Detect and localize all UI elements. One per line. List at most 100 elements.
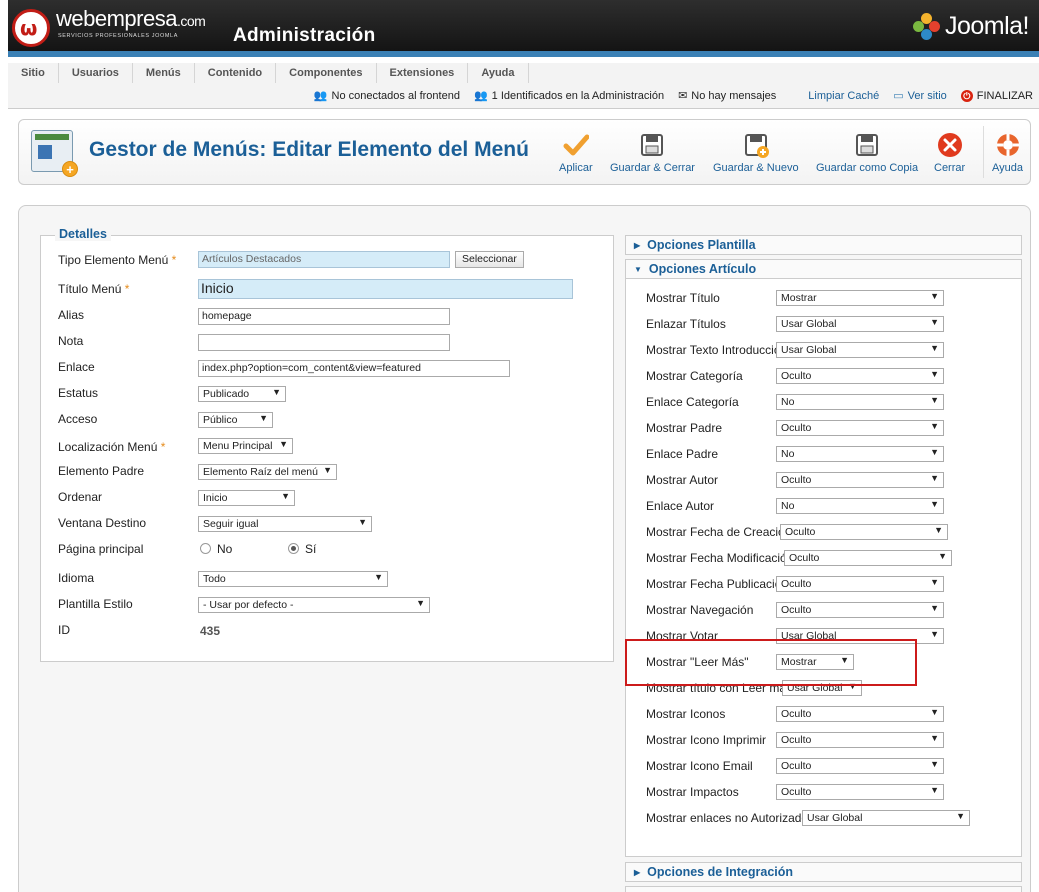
menu-title-input[interactable]: Inicio bbox=[198, 279, 573, 299]
article-option-select[interactable]: Oculto ▼ bbox=[780, 524, 948, 540]
messages-link[interactable]: No hay mensajes bbox=[691, 90, 776, 102]
caret-down-icon: ▼ bbox=[634, 265, 642, 274]
dropdown-arrow-icon: ▼ bbox=[930, 707, 939, 717]
article-option-select[interactable]: Oculto ▼ bbox=[776, 576, 944, 592]
radio-yes-icon bbox=[288, 543, 299, 554]
order-select[interactable]: Inicio ▼ bbox=[198, 490, 295, 506]
save-new-button[interactable]: Guardar & Nuevo bbox=[713, 132, 799, 174]
article-option-select[interactable]: Oculto ▼ bbox=[776, 472, 944, 488]
article-option-label: Mostrar Impactos bbox=[646, 785, 739, 799]
dropdown-arrow-icon: ▼ bbox=[934, 525, 943, 535]
article-option-select[interactable]: Oculto ▼ bbox=[776, 602, 944, 618]
article-option-select[interactable]: Oculto ▼ bbox=[784, 550, 952, 566]
close-button[interactable]: Cerrar bbox=[934, 132, 965, 174]
dropdown-arrow-icon: ▼ bbox=[930, 291, 939, 301]
alias-input[interactable]: homepage bbox=[198, 308, 450, 325]
dropdown-arrow-icon: ▼ bbox=[930, 785, 939, 795]
parent-item-select[interactable]: Elemento Raíz del menú ▼ bbox=[198, 464, 337, 480]
radio-no-icon bbox=[200, 543, 211, 554]
help-button[interactable]: Ayuda bbox=[992, 132, 1023, 174]
menu-componentes[interactable]: Componentes bbox=[276, 63, 377, 83]
home-no-radio[interactable]: No bbox=[200, 542, 232, 556]
id-label: ID bbox=[58, 623, 70, 637]
webempresa-logo-icon: ω bbox=[12, 9, 50, 47]
menu-manager-icon: + bbox=[31, 130, 78, 177]
location-label: Localización Menú bbox=[58, 440, 158, 454]
menu-location-select[interactable]: Menu Principal ▼ bbox=[198, 438, 293, 454]
dropdown-arrow-icon: ▼ bbox=[930, 473, 939, 483]
menu-usuarios[interactable]: Usuarios bbox=[59, 63, 133, 83]
article-option-select[interactable]: Oculto ▼ bbox=[776, 368, 944, 384]
dropdown-arrow-icon: ▼ bbox=[930, 317, 939, 327]
article-option-label: Mostrar Título bbox=[646, 291, 720, 305]
template-style-select[interactable]: - Usar por defecto - ▼ bbox=[198, 597, 430, 613]
dropdown-arrow-icon: ▼ bbox=[930, 421, 939, 431]
article-option-select[interactable]: Oculto ▼ bbox=[776, 732, 944, 748]
article-option-label: Mostrar Padre bbox=[646, 421, 723, 435]
dropdown-arrow-icon: ▼ bbox=[956, 811, 965, 821]
article-option-label: Mostrar Fecha Publicación bbox=[646, 577, 789, 591]
article-option-label: Enlace Autor bbox=[646, 499, 715, 513]
article-option-select[interactable]: No ▼ bbox=[776, 498, 944, 514]
title-label: Título Menú bbox=[58, 282, 122, 296]
status-select[interactable]: Publicado ▼ bbox=[198, 386, 286, 402]
access-select[interactable]: Público ▼ bbox=[198, 412, 273, 428]
checkmark-icon bbox=[563, 134, 589, 156]
access-label: Acceso bbox=[58, 412, 98, 426]
page-title: Gestor de Menús: Editar Elemento del Men… bbox=[89, 138, 529, 161]
brand-name: webempresa.com bbox=[56, 6, 206, 31]
target-label: Ventana Destino bbox=[58, 516, 147, 530]
article-option-value: No bbox=[781, 396, 795, 408]
integration-options-header[interactable]: ▶ Opciones de Integración bbox=[625, 862, 1022, 882]
menu-menus[interactable]: Menús bbox=[133, 63, 195, 83]
note-input[interactable] bbox=[198, 334, 450, 351]
save-copy-button[interactable]: Guardar como Copia bbox=[816, 132, 918, 174]
article-option-select[interactable]: No ▼ bbox=[776, 394, 944, 410]
article-option-select[interactable]: Usar Global ▼ bbox=[802, 810, 970, 826]
article-option-select[interactable]: Usar Global ▼ bbox=[776, 342, 944, 358]
article-option-label: Mostrar Fecha de Creación bbox=[646, 525, 792, 539]
details-fieldset: Detalles Tipo Elemento Menú * Artículos … bbox=[40, 227, 614, 662]
article-option-select[interactable]: No ▼ bbox=[776, 446, 944, 462]
article-option-select[interactable]: Oculto ▼ bbox=[776, 420, 944, 436]
highlight-annotation bbox=[625, 639, 917, 686]
dropdown-arrow-icon: ▼ bbox=[930, 733, 939, 743]
article-option-select[interactable]: Mostrar ▼ bbox=[776, 290, 944, 306]
apply-button[interactable]: Aplicar bbox=[559, 132, 593, 174]
status-label: Estatus bbox=[58, 386, 99, 400]
alias-label: Alias bbox=[58, 308, 85, 322]
article-option-value: Oculto bbox=[781, 760, 812, 772]
clear-cache-link[interactable]: Limpiar Caché bbox=[808, 90, 879, 102]
home-yes-radio[interactable]: Sí bbox=[288, 542, 316, 556]
language-select[interactable]: Todo ▼ bbox=[198, 571, 388, 587]
admin-header: ω webempresa.com SERVICIOS PROFESIONALES… bbox=[8, 0, 1039, 57]
article-option-select[interactable]: Usar Global ▼ bbox=[776, 316, 944, 332]
language-label: Idioma bbox=[58, 571, 95, 585]
logout-link[interactable]: FINALIZAR bbox=[977, 90, 1033, 102]
menu-contenido[interactable]: Contenido bbox=[195, 63, 277, 83]
dropdown-arrow-icon: ▼ bbox=[930, 395, 939, 405]
save-close-button[interactable]: Guardar & Cerrar bbox=[610, 132, 695, 174]
article-option-select[interactable]: Oculto ▼ bbox=[776, 784, 944, 800]
article-option-select[interactable]: Oculto ▼ bbox=[776, 706, 944, 722]
article-option-label: Mostrar Fecha Modificación bbox=[646, 551, 794, 565]
view-site-link[interactable]: Ver sitio bbox=[908, 90, 947, 102]
article-option-value: Oculto bbox=[781, 786, 812, 798]
target-window-select[interactable]: Seguir igual ▼ bbox=[198, 516, 372, 532]
select-type-button[interactable]: Seleccionar bbox=[455, 251, 524, 268]
template-options-header[interactable]: ▶ Opciones Plantilla bbox=[625, 235, 1022, 255]
article-option-select[interactable]: Oculto ▼ bbox=[776, 758, 944, 774]
dropdown-arrow-icon: ▼ bbox=[930, 343, 939, 353]
menu-sitio[interactable]: Sitio bbox=[8, 63, 59, 83]
brand-tagline: SERVICIOS PROFESIONALES JOOMLA bbox=[58, 33, 178, 39]
next-options-header[interactable] bbox=[625, 886, 1022, 892]
dropdown-arrow-icon: ▼ bbox=[930, 603, 939, 613]
article-options-header[interactable]: ▼ Opciones Artículo bbox=[625, 259, 1022, 279]
menu-ayuda[interactable]: Ayuda bbox=[468, 63, 529, 83]
menu-type-field: Artículos Destacados bbox=[198, 251, 450, 268]
order-label: Ordenar bbox=[58, 490, 103, 504]
main-menu-bar: Sitio Usuarios Menús Contenido Component… bbox=[8, 63, 1039, 109]
article-option-label: Mostrar Icono Email bbox=[646, 759, 753, 773]
menu-extensiones[interactable]: Extensiones bbox=[377, 63, 469, 83]
logout-icon: ⏻ bbox=[960, 89, 973, 102]
